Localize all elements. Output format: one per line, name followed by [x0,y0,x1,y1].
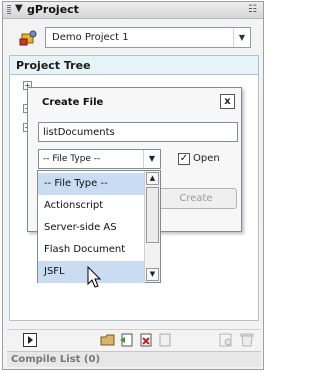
dropdown-option[interactable]: Actionscript [38,195,145,217]
filename-input[interactable] [38,122,238,142]
collapse-arrow-icon[interactable]: ▼ [15,3,23,14]
file-type-select[interactable]: -- File Type -- ▼ [38,149,161,169]
compile-list-label: Compile List (0) [11,354,101,365]
dropdown-option[interactable]: Flash Document [38,239,145,261]
open-label: Open [193,153,220,164]
panel-title: gProject [27,3,79,16]
create-button[interactable]: Create [155,188,237,209]
mouse-cursor-icon [87,266,102,288]
bottom-toolbar [7,329,261,349]
close-icon[interactable]: x [220,94,235,109]
file-type-select-value: -- File Type -- [43,154,101,164]
new-file-icon[interactable] [119,333,135,347]
delete-file-icon[interactable] [138,333,154,347]
file-properties-icon[interactable] [157,333,173,347]
open-checkbox[interactable]: ✓ [178,153,190,165]
new-folder-icon[interactable] [100,333,116,347]
chevron-down-icon[interactable]: ▼ [233,28,250,47]
gproject-panel: ▼ gProject ☷ Demo Project 1 ▼ Project Tr… [2,1,264,370]
project-icon [19,30,37,46]
project-select-value: Demo Project 1 [52,32,129,43]
panel-titlebar: ▼ gProject ☷ [3,2,263,19]
compile-list-bar[interactable]: Compile List (0) [7,351,261,367]
panel-menu-icon[interactable]: ☷ [248,4,257,15]
dropdown-option[interactable]: Server-side AS [38,217,145,239]
scroll-down-icon[interactable]: ▼ [146,268,159,281]
settings-icon[interactable] [218,333,234,347]
scroll-up-icon[interactable]: ▲ [146,172,159,185]
drag-grip-icon[interactable] [7,5,11,15]
project-tree-title: Project Tree [16,59,91,72]
project-tree-header: Project Tree [9,55,259,75]
dialog-title: Create File [42,97,104,108]
play-icon[interactable] [23,333,37,347]
scroll-thumb[interactable] [146,187,159,243]
project-select[interactable]: Demo Project 1 ▼ [45,27,251,48]
dropdown-option[interactable]: -- File Type -- [38,173,145,195]
trash-icon[interactable] [239,333,255,347]
dropdown-scrollbar[interactable]: ▲ ▼ [144,171,160,282]
chevron-down-icon[interactable]: ▼ [143,150,160,168]
